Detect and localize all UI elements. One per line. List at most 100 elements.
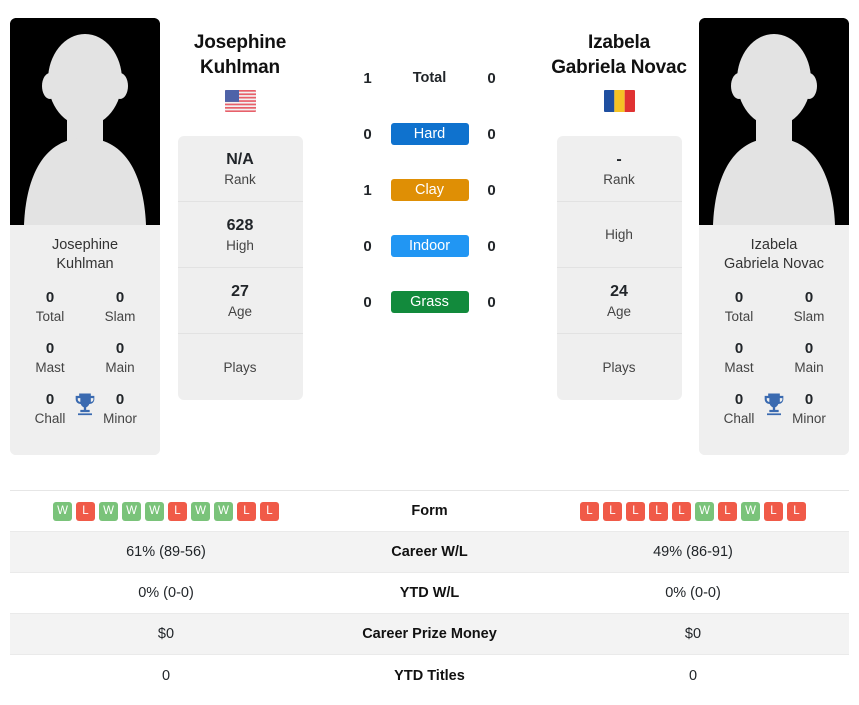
ro-flag-icon bbox=[603, 90, 635, 112]
player-info-right: Izabela Gabriela Novac - Rank High 24 Ag… bbox=[549, 10, 689, 400]
titles-main-left: 0 Main bbox=[94, 339, 146, 377]
titles-slam-value: 0 bbox=[115, 289, 125, 306]
titles-mast-value: 0 bbox=[45, 340, 55, 357]
titles-total-label: Total bbox=[724, 309, 754, 324]
surface-right-score: 0 bbox=[487, 69, 496, 87]
stat-row-ytd-titles: 0 YTD Titles 0 bbox=[10, 655, 849, 696]
info-plays-label: Plays bbox=[602, 359, 636, 375]
surface-badge-hard[interactable]: Hard bbox=[390, 123, 469, 145]
surface-titles-comparison: 1 Total 0 0 Hard 0 1 Clay 0 0 Indoor 0 0 Grass 0 bbox=[310, 10, 549, 316]
form-badge-loss[interactable]: L bbox=[764, 501, 783, 521]
player-name-line1: Izabela bbox=[588, 32, 650, 53]
titles-chall-label: Chall bbox=[34, 411, 66, 426]
form-badge-win[interactable]: W bbox=[214, 501, 233, 521]
surface-right-score: 0 bbox=[487, 237, 496, 255]
stat-row-career-wl: 61% (89-56) Career W/L 49% (86-91) bbox=[10, 532, 849, 573]
stat-value-left: 0% (0-0) bbox=[138, 585, 194, 601]
player-name-line1: Josephine bbox=[193, 32, 287, 53]
surface-badge-grass[interactable]: Grass bbox=[390, 291, 469, 313]
surface-badge-total: Total bbox=[412, 70, 447, 86]
form-badge-loss[interactable]: L bbox=[626, 501, 645, 521]
info-age-left: 27 Age bbox=[177, 268, 303, 334]
surface-row-indoor: 0 Indoor 0 bbox=[355, 232, 505, 260]
player-info-card-right: - Rank High 24 Age Plays bbox=[556, 136, 682, 400]
player-card-right[interactable]: Izabela Gabriela Novac 0 Total 0 Slam 0 … bbox=[699, 18, 849, 455]
info-rank-left: N/A Rank bbox=[177, 136, 303, 202]
player-info-left: Josephine Kuhlman N/A Rank 628 High 27 A… bbox=[170, 10, 310, 400]
info-plays-left: Plays bbox=[178, 334, 303, 400]
form-badge-win[interactable]: W bbox=[99, 501, 118, 521]
form-badge-loss[interactable]: L bbox=[237, 501, 256, 521]
info-age-label: Age bbox=[227, 303, 253, 319]
form-badge-loss[interactable]: L bbox=[603, 501, 622, 521]
info-plays-label: Plays bbox=[223, 359, 257, 375]
stat-value-right: 0 bbox=[688, 667, 698, 684]
stat-value-right: 0% (0-0) bbox=[665, 585, 721, 601]
titles-minor-label: Minor bbox=[792, 411, 826, 426]
form-badge-loss[interactable]: L bbox=[718, 501, 737, 521]
photo-caption-line1: Izabela bbox=[750, 237, 798, 253]
player-photo-caption-left: Josephine Kuhlman bbox=[10, 225, 160, 286]
form-badge-win[interactable]: W bbox=[191, 501, 210, 521]
titles-row: 0 Chall 0 Minor bbox=[10, 390, 160, 428]
form-badge-loss[interactable]: L bbox=[76, 501, 95, 521]
stat-value-right: $0 bbox=[684, 626, 702, 642]
form-badge-loss[interactable]: L bbox=[260, 501, 279, 521]
player-card-left[interactable]: Josephine Kuhlman 0 Total 0 Slam 0 Mast bbox=[10, 18, 160, 455]
stat-value-left: $0 bbox=[157, 626, 175, 642]
surface-row-grass: 0 Grass 0 bbox=[355, 288, 505, 316]
stat-value-right: LLLLLWLWLL bbox=[537, 501, 849, 521]
surface-badge-clay[interactable]: Clay bbox=[390, 179, 469, 201]
titles-total-value: 0 bbox=[45, 289, 55, 306]
surface-row-total: 1 Total 0 bbox=[355, 64, 505, 92]
surface-right-score: 0 bbox=[487, 293, 496, 311]
form-badge-loss[interactable]: L bbox=[580, 501, 599, 521]
form-badge-win[interactable]: W bbox=[145, 501, 164, 521]
surface-left-score: 1 bbox=[363, 69, 372, 87]
form-badge-win[interactable]: W bbox=[122, 501, 141, 521]
info-high-right: High bbox=[556, 202, 682, 268]
photo-caption-line2: Gabriela Novac bbox=[724, 256, 824, 272]
info-high-value: 628 bbox=[226, 216, 254, 234]
stat-value-left: 0 bbox=[161, 667, 171, 684]
stat-label: YTD Titles bbox=[394, 667, 465, 684]
titles-total-value: 0 bbox=[734, 289, 744, 306]
form-badge-loss[interactable]: L bbox=[649, 501, 668, 521]
titles-row: 0 Total 0 Slam bbox=[10, 288, 160, 326]
player-photo-caption-right: Izabela Gabriela Novac bbox=[699, 225, 849, 286]
form-badge-win[interactable]: W bbox=[695, 501, 714, 521]
titles-mast-left: 0 Mast bbox=[24, 339, 76, 377]
surface-badge-indoor[interactable]: Indoor bbox=[390, 235, 469, 257]
stat-row-form: W L W W W L W W L L Form L L L L L W L W L L bbox=[10, 491, 849, 532]
titles-slam-label: Slam bbox=[793, 309, 825, 324]
form-badge-win[interactable]: W bbox=[741, 501, 760, 521]
form-badge-loss[interactable]: L bbox=[672, 501, 691, 521]
avatar-silhouette-icon bbox=[699, 18, 849, 225]
surface-right-score: 0 bbox=[487, 125, 496, 143]
titles-main-value: 0 bbox=[804, 340, 814, 357]
titles-minor-left: 0 Minor bbox=[94, 390, 146, 428]
player-comparison-header: Josephine Kuhlman 0 Total 0 Slam 0 Mast bbox=[0, 0, 859, 490]
stat-label: Form bbox=[411, 503, 448, 519]
stat-label: Career W/L bbox=[391, 544, 468, 560]
player-photo-right bbox=[699, 18, 849, 225]
titles-grid-left: 0 Total 0 Slam 0 Mast 0 Main 0 Chall 0 M… bbox=[10, 286, 160, 455]
titles-chall-label: Chall bbox=[723, 411, 755, 426]
titles-total-label: Total bbox=[35, 309, 65, 324]
titles-main-label: Main bbox=[105, 360, 135, 375]
titles-grid-right: 0 Total 0 Slam 0 Mast 0 Main 0 Chall 0 M… bbox=[699, 286, 849, 455]
info-plays-right: Plays bbox=[557, 334, 682, 400]
form-badge-loss[interactable]: L bbox=[787, 501, 806, 521]
info-rank-label: Rank bbox=[603, 171, 635, 187]
titles-total-right: 0 Total bbox=[713, 288, 765, 326]
comparison-stats-table: W L W W W L W W L L Form L L L L L W L W L L 61% (89-56) Caree… bbox=[10, 490, 849, 696]
form-badge-loss[interactable]: L bbox=[168, 501, 187, 521]
form-badge-win[interactable]: W bbox=[53, 501, 72, 521]
titles-row: 0 Mast 0 Main bbox=[10, 339, 160, 377]
stat-row-ytd-wl: 0% (0-0) YTD W/L 0% (0-0) bbox=[10, 573, 849, 614]
titles-row: 0 Total 0 Slam bbox=[699, 288, 849, 326]
titles-minor-value: 0 bbox=[115, 391, 125, 408]
titles-total-left: 0 Total bbox=[24, 288, 76, 326]
surface-left-score: 0 bbox=[363, 125, 372, 143]
form-strip-right: LLLLLWLWLL bbox=[537, 501, 849, 521]
